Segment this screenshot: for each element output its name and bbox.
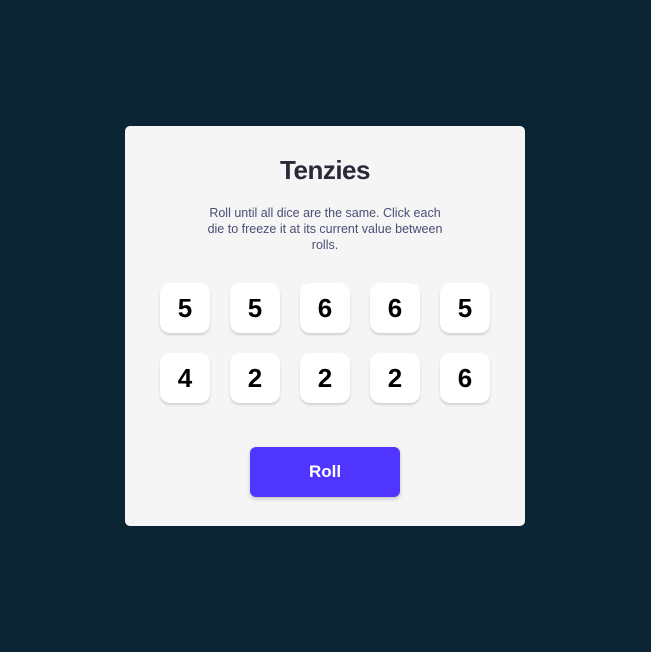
game-card: Tenzies Roll until all dice are the same…	[125, 126, 525, 526]
die-3[interactable]: 6	[300, 283, 350, 333]
page-background: { "app": { "title": "Tenzies", "instruct…	[0, 0, 651, 652]
die-9[interactable]: 2	[370, 353, 420, 403]
die-5[interactable]: 5	[440, 283, 490, 333]
die-8[interactable]: 2	[300, 353, 350, 403]
die-2[interactable]: 5	[230, 283, 280, 333]
roll-button[interactable]: Roll	[250, 447, 400, 497]
die-1[interactable]: 5	[160, 283, 210, 333]
die-4[interactable]: 6	[370, 283, 420, 333]
dice-grid: 5 5 6 6 5 4 2 2 2 6	[160, 283, 490, 403]
die-7[interactable]: 2	[230, 353, 280, 403]
die-10[interactable]: 6	[440, 353, 490, 403]
instructions-text: Roll until all dice are the same. Click …	[207, 206, 443, 252]
die-6[interactable]: 4	[160, 353, 210, 403]
page-title: Tenzies	[280, 155, 370, 185]
